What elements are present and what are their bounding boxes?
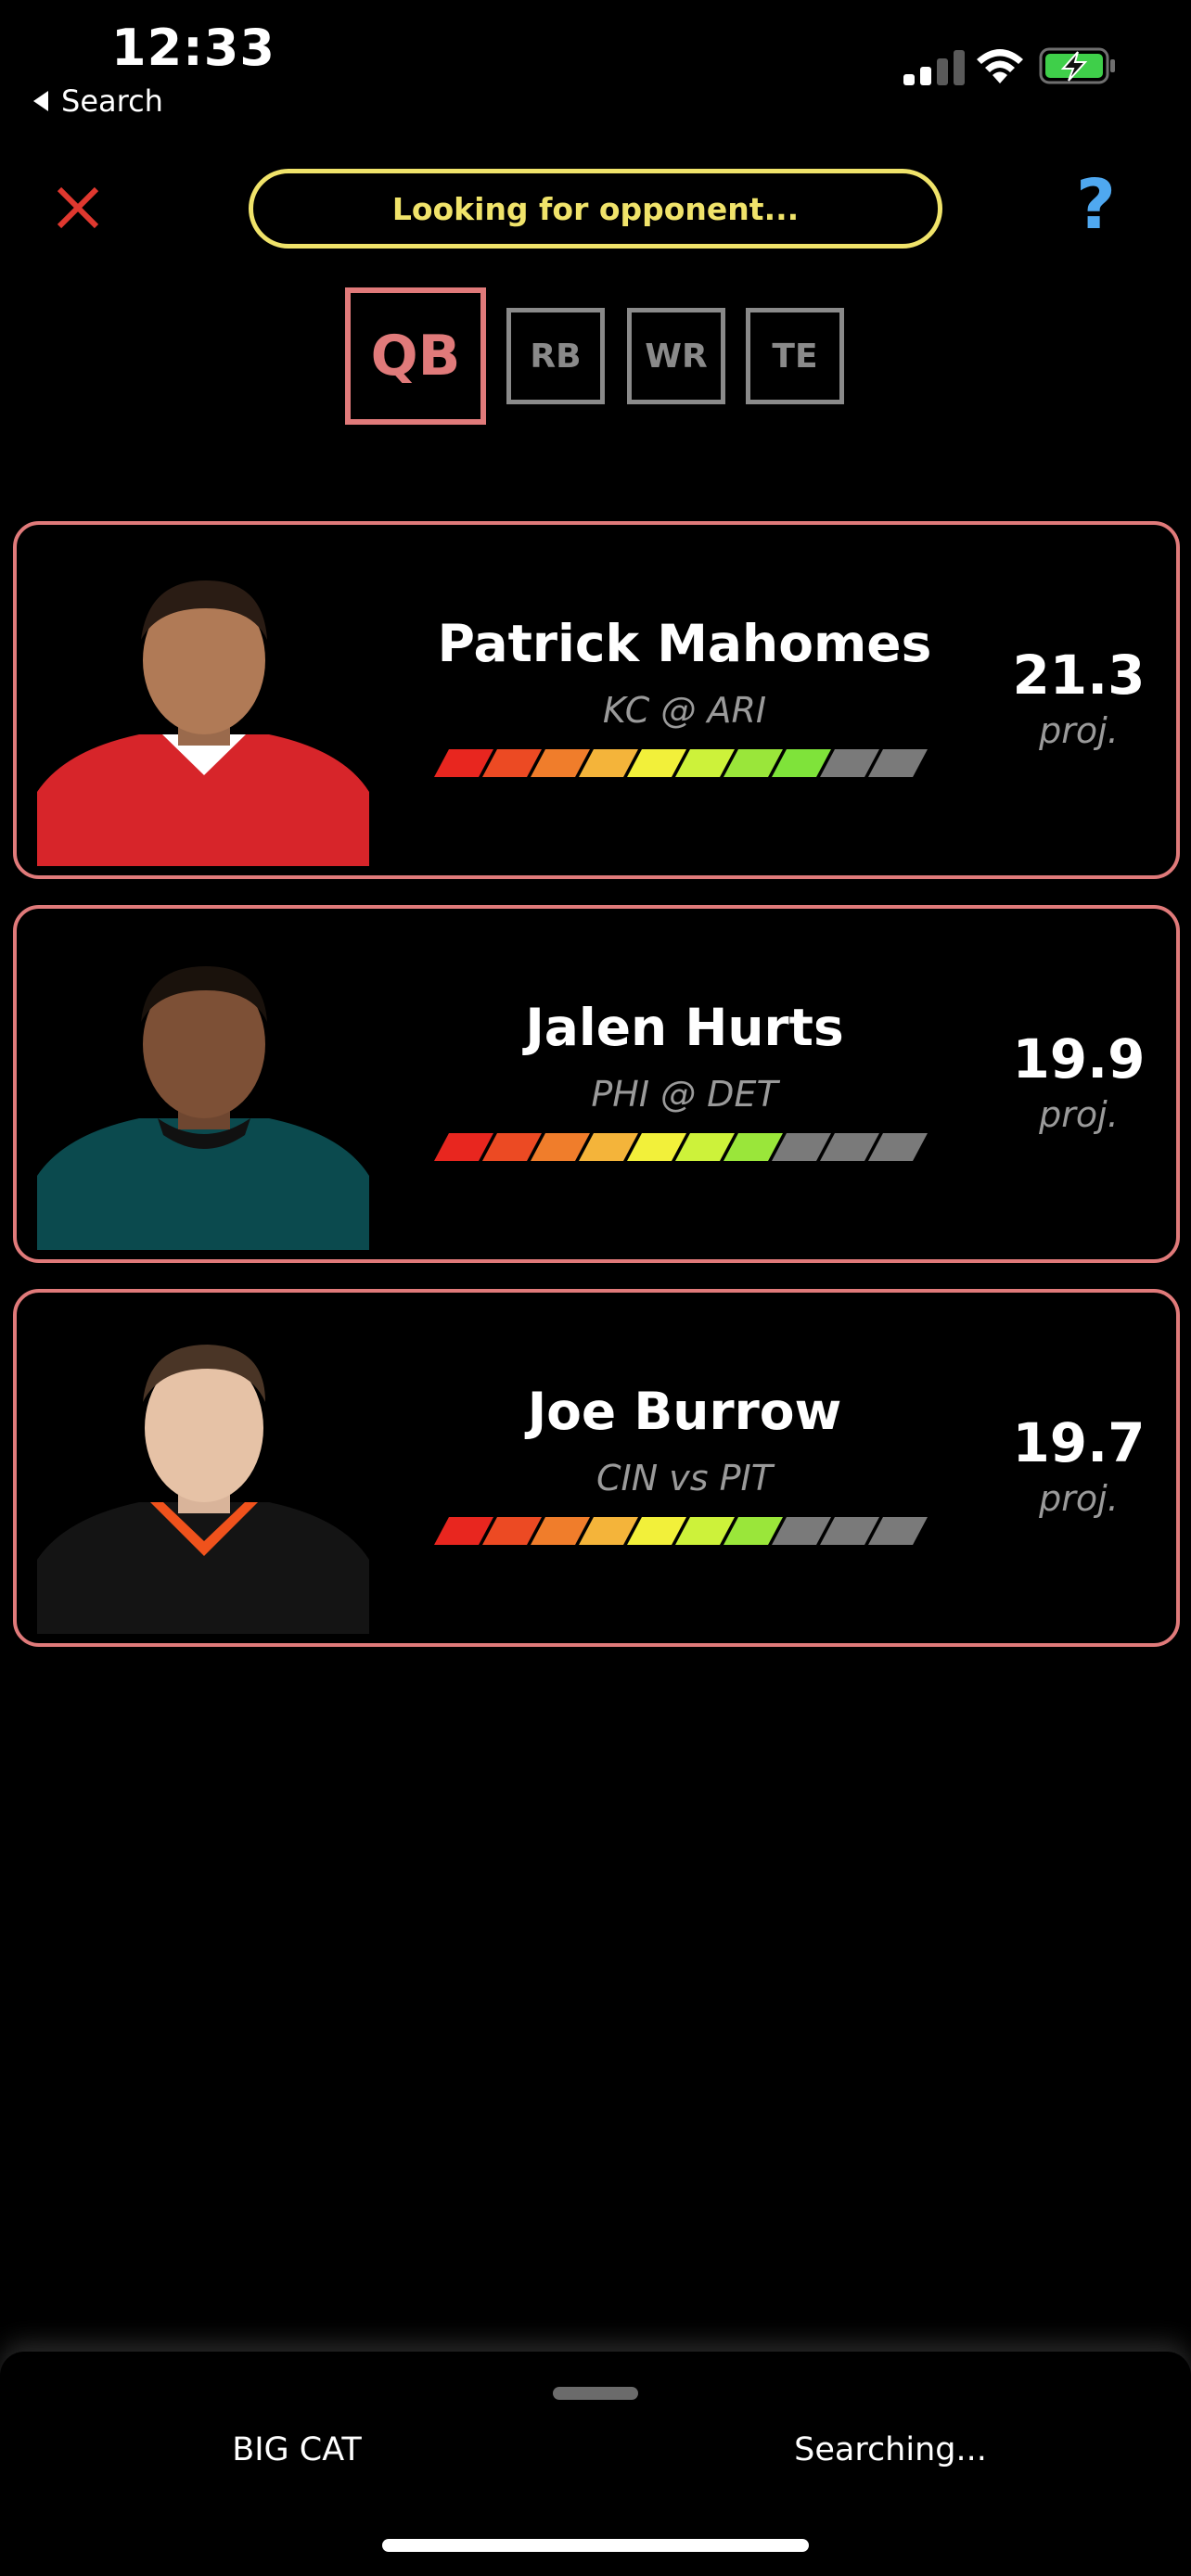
player-name: Jalen Hurts (525, 998, 844, 1057)
tab-wr[interactable]: WR (627, 308, 725, 404)
projected-points: 19.7 (1012, 1411, 1146, 1474)
back-label: Search (61, 83, 163, 119)
projection-label: proj. (1039, 1094, 1119, 1135)
player-card-hurts[interactable]: Jalen Hurts PHI @ DET 19.9 proj. (13, 905, 1180, 1263)
projected-points: 21.3 (1012, 644, 1146, 707)
projection-label: proj. (1039, 710, 1119, 751)
player-card-burrow[interactable]: Joe Burrow CIN vs PIT 19.7 proj. (13, 1289, 1180, 1647)
rating-segment (868, 749, 928, 777)
tab-te[interactable]: TE (746, 308, 844, 404)
player-photo (37, 944, 369, 1250)
rating-meter (434, 749, 928, 777)
back-to-search-button[interactable]: Search (33, 83, 163, 119)
player-name: Joe Burrow (527, 1382, 842, 1441)
cellular-signal-icon (903, 50, 965, 85)
tab-qb[interactable]: QB (345, 287, 486, 425)
player-matchup: PHI @ DET (591, 1074, 778, 1115)
battery-charging-icon (1039, 47, 1115, 84)
projection-label: proj. (1039, 1478, 1119, 1519)
rating-segment (868, 1133, 928, 1161)
user-team-name: BIG CAT (232, 2431, 362, 2468)
player-photo (37, 1328, 369, 1634)
status-time: 12:33 (111, 19, 275, 77)
back-arrow-icon (33, 91, 48, 111)
rating-segment (868, 1517, 928, 1545)
player-matchup: KC @ ARI (602, 690, 767, 731)
opponent-status: Searching... (794, 2431, 987, 2468)
player-matchup: CIN vs PIT (596, 1458, 773, 1498)
tab-rb[interactable]: RB (506, 308, 605, 404)
sheet-grabber-handle[interactable] (553, 2387, 638, 2400)
home-indicator[interactable] (382, 2539, 809, 2552)
player-photo (37, 560, 369, 866)
screen: 12:33 Search Looking for opponent... ? Q… (0, 0, 1191, 2576)
rating-meter (434, 1133, 928, 1161)
projected-points: 19.9 (1012, 1027, 1146, 1090)
player-name: Patrick Mahomes (437, 614, 932, 673)
close-icon[interactable] (54, 184, 102, 232)
wifi-icon (977, 49, 1023, 83)
rating-meter (434, 1517, 928, 1545)
player-card-mahomes[interactable]: Patrick Mahomes KC @ ARI 21.3 proj. (13, 521, 1180, 879)
help-icon[interactable]: ? (1076, 171, 1116, 239)
matchmaking-status-pill: Looking for opponent... (249, 169, 942, 249)
